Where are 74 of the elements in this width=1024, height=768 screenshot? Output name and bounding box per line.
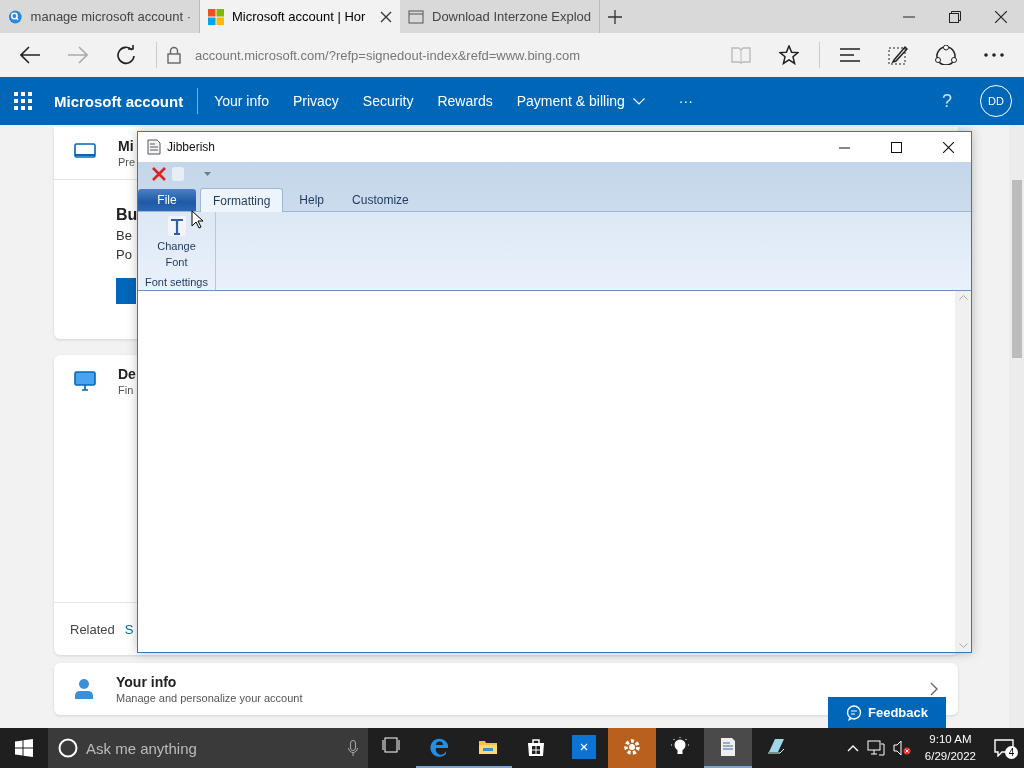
search-field[interactable]: Ask me anything — [48, 728, 368, 768]
card-title: Mi — [118, 138, 135, 154]
chevron-up-icon[interactable] — [846, 744, 859, 752]
app-launcher-icon[interactable] — [14, 92, 32, 110]
clock-date[interactable]: 6/29/2022 — [924, 748, 976, 765]
windows-logo-icon — [208, 8, 224, 25]
ribbon-tab[interactable]: Customize — [340, 189, 421, 211]
card-subtitle: Fin — [118, 384, 135, 396]
back-icon[interactable] — [20, 46, 40, 64]
chat-icon — [846, 704, 862, 721]
page-icon — [408, 8, 424, 25]
gear-icon[interactable] — [622, 737, 642, 757]
window-title: Jibberish — [167, 140, 216, 154]
document-icon — [147, 139, 161, 155]
browser-icon[interactable] — [430, 737, 450, 757]
section-heading: Bu — [116, 206, 138, 224]
microphone-icon[interactable] — [348, 740, 358, 756]
windows-logo-icon[interactable] — [15, 739, 33, 757]
note-pen-icon[interactable] — [888, 45, 908, 65]
chevron-down-icon — [632, 97, 645, 105]
more-link[interactable]: ··· — [666, 93, 705, 109]
card-subtitle: Pre — [118, 156, 136, 168]
address-field[interactable]: account.microsoft.com/?refp=signedout-index&refd=www.bing.com — [195, 47, 581, 63]
network-icon[interactable] — [866, 740, 885, 756]
file-menu-button[interactable]: File — [138, 189, 196, 211]
speaker-muted-icon[interactable] — [892, 740, 911, 756]
restore-icon[interactable] — [949, 10, 961, 23]
site-title[interactable]: Microsoft account — [54, 92, 184, 110]
share-icon[interactable] — [935, 45, 957, 65]
font-icon — [167, 216, 186, 236]
nav-link[interactable]: Your info — [202, 93, 281, 109]
scrollbar[interactable] — [1009, 125, 1024, 728]
more-icon[interactable] — [984, 53, 1004, 57]
card-title: De — [118, 366, 136, 382]
related-link[interactable]: S — [124, 621, 134, 637]
card-subtitle: Manage and personalize your account — [116, 692, 303, 704]
body-text: Be — [116, 228, 132, 243]
nav-link[interactable]: Payment & billing — [504, 93, 657, 109]
chevron-right-icon — [930, 682, 938, 696]
notebook-icon[interactable] — [766, 737, 786, 757]
search-icon — [8, 8, 23, 25]
nav-link[interactable]: Rewards — [425, 93, 505, 109]
new-tab-icon[interactable] — [608, 9, 622, 24]
group-label: Font settings — [145, 276, 208, 288]
star-icon[interactable] — [779, 45, 799, 65]
close-icon[interactable] — [942, 141, 954, 153]
clock-time[interactable]: 9:10 AM — [929, 731, 972, 748]
related-label: Related — [70, 621, 115, 637]
feedback-button[interactable]: Feedback — [828, 697, 946, 728]
body-text: Po — [116, 247, 132, 262]
person-icon — [74, 678, 94, 700]
ribbon-tab[interactable]: Formatting — [200, 188, 284, 212]
cross-icon[interactable] — [152, 167, 166, 181]
browser-tab[interactable]: Microsoft account | Hor — [200, 0, 400, 33]
help-link[interactable]: ? — [942, 90, 952, 112]
maximize-icon[interactable] — [890, 141, 902, 153]
nav-link[interactable]: Security — [350, 93, 426, 109]
circle-icon — [58, 738, 78, 758]
cursor-icon — [191, 210, 203, 229]
notification-count: 4 — [1005, 746, 1018, 759]
close-icon[interactable] — [995, 10, 1007, 23]
refresh-icon[interactable] — [116, 45, 136, 65]
nav-link[interactable]: Privacy — [280, 93, 351, 109]
lock-icon — [167, 46, 181, 64]
close-icon[interactable] — [380, 10, 392, 23]
card-title: Your info — [116, 674, 178, 690]
store-icon[interactable] — [526, 737, 546, 757]
hub-icon[interactable] — [840, 47, 860, 63]
dropdown-icon[interactable] — [204, 171, 211, 177]
ribbon-tab[interactable]: Help — [287, 189, 337, 211]
document-icon[interactable] — [718, 737, 738, 757]
tile-app-icon[interactable] — [572, 735, 596, 759]
monitor-icon — [74, 371, 96, 391]
lightbulb-icon[interactable] — [670, 737, 690, 757]
